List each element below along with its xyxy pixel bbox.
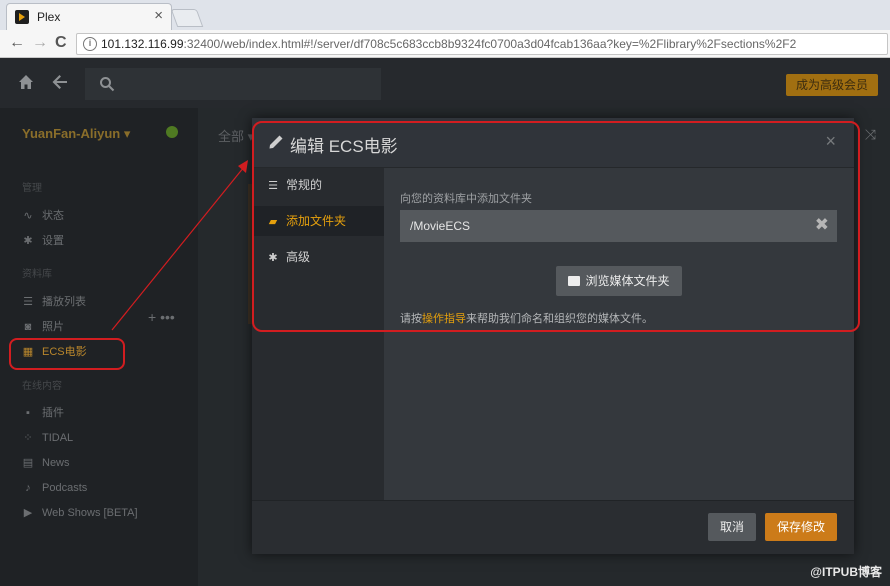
sidebar-item-label: 照片 [42,321,64,333]
sidebar-item-label: TIDAL [42,432,74,444]
library-add-more-buttons[interactable]: + ••• [148,309,175,325]
filter-all-dropdown[interactable]: 全部 ▾ [218,126,254,145]
sidebar-item-label: 播放列表 [42,296,86,308]
go-premium-button[interactable]: 成为高级会员 [786,74,878,96]
sidebar-item-label: Web Shows [BETA] [42,507,138,519]
tab-title: Plex [37,10,61,24]
section-label-manage: 管理 [22,183,42,194]
sidebar-item-settings[interactable]: ✱ 设置 [22,233,64,249]
camera-icon: ◙ [24,321,32,333]
reload-button[interactable]: C [55,33,67,53]
section-label-online: 在线内容 [22,381,62,392]
shuffle-icon[interactable]: ⤨ [865,126,876,143]
search-input[interactable] [85,68,381,100]
sidebar-item-news[interactable]: ▤ News [22,455,70,471]
sidebar-item-podcasts[interactable]: ♪ Podcasts [22,480,87,496]
dialog-footer: 取消 保存修改 [252,500,854,554]
cancel-button[interactable]: 取消 [708,513,756,541]
browser-toolbar: ← → C i 101.132.116.99:32400/web/index.h… [0,30,890,58]
sidebar-item-tidal[interactable]: ⁘ TIDAL [22,430,73,446]
server-selector[interactable]: YuanFan-Aliyun ▾ [22,126,130,142]
watermark: @ITPUB博客 [810,565,882,579]
browser-tab-strip: Plex × [0,0,890,30]
mic-icon: ♪ [25,482,31,494]
sidebar-item-label: News [42,457,70,469]
gear-icon: ✱ [23,235,33,247]
grid-icon: ▪ [26,407,30,419]
browser-tab-plex[interactable]: Plex × [6,3,172,30]
back-button[interactable]: ← [9,33,25,53]
home-icon[interactable] [18,74,34,90]
sidebar-item-status[interactable]: ∿ 状态 [22,208,64,224]
sidebar-item-playlists[interactable]: ☰ 播放列表 [22,294,86,310]
sidebar-item-label: 插件 [42,407,64,419]
sidebar-item-label: 状态 [42,210,64,222]
page-info-icon[interactable]: i [83,37,97,51]
sidebar-item-photos[interactable]: ◙ 照片 [22,319,64,335]
activity-icon: ∿ [23,210,33,222]
list-icon: ☰ [23,296,33,308]
plex-topbar: 成为高级会员 [0,58,890,108]
address-bar[interactable]: i 101.132.116.99:32400/web/index.html#!/… [76,33,888,55]
tidal-icon: ⁘ [23,432,33,444]
back-arrow-icon[interactable] [52,74,68,90]
annotation-highlight-sidebar [9,338,125,370]
tab-close-button[interactable]: × [154,7,163,24]
secure-connection-icon [166,126,178,138]
news-icon: ▤ [22,457,34,469]
sidebar-item-web-shows[interactable]: ▶ Web Shows [BETA] [22,505,138,521]
section-label-libraries: 资料库 [22,269,52,280]
search-icon [100,77,115,92]
forward-button[interactable]: → [32,33,48,53]
url-path: :32400/web/index.html#!/server/df708c5c6… [183,37,797,51]
new-tab-button[interactable] [170,9,204,27]
plex-favicon-icon [15,10,29,24]
url-text: 101.132.116.99:32400/web/index.html#!/se… [101,37,796,51]
play-icon: ▶ [23,507,33,519]
save-changes-button[interactable]: 保存修改 [765,513,837,541]
annotation-highlight-dialog [252,121,860,332]
sidebar-item-label: Podcasts [42,482,88,494]
url-host: 101.132.116.99 [101,37,184,51]
sidebar-item-plugins[interactable]: ▪ 插件 [22,405,64,421]
sidebar-item-label: 设置 [42,235,64,247]
